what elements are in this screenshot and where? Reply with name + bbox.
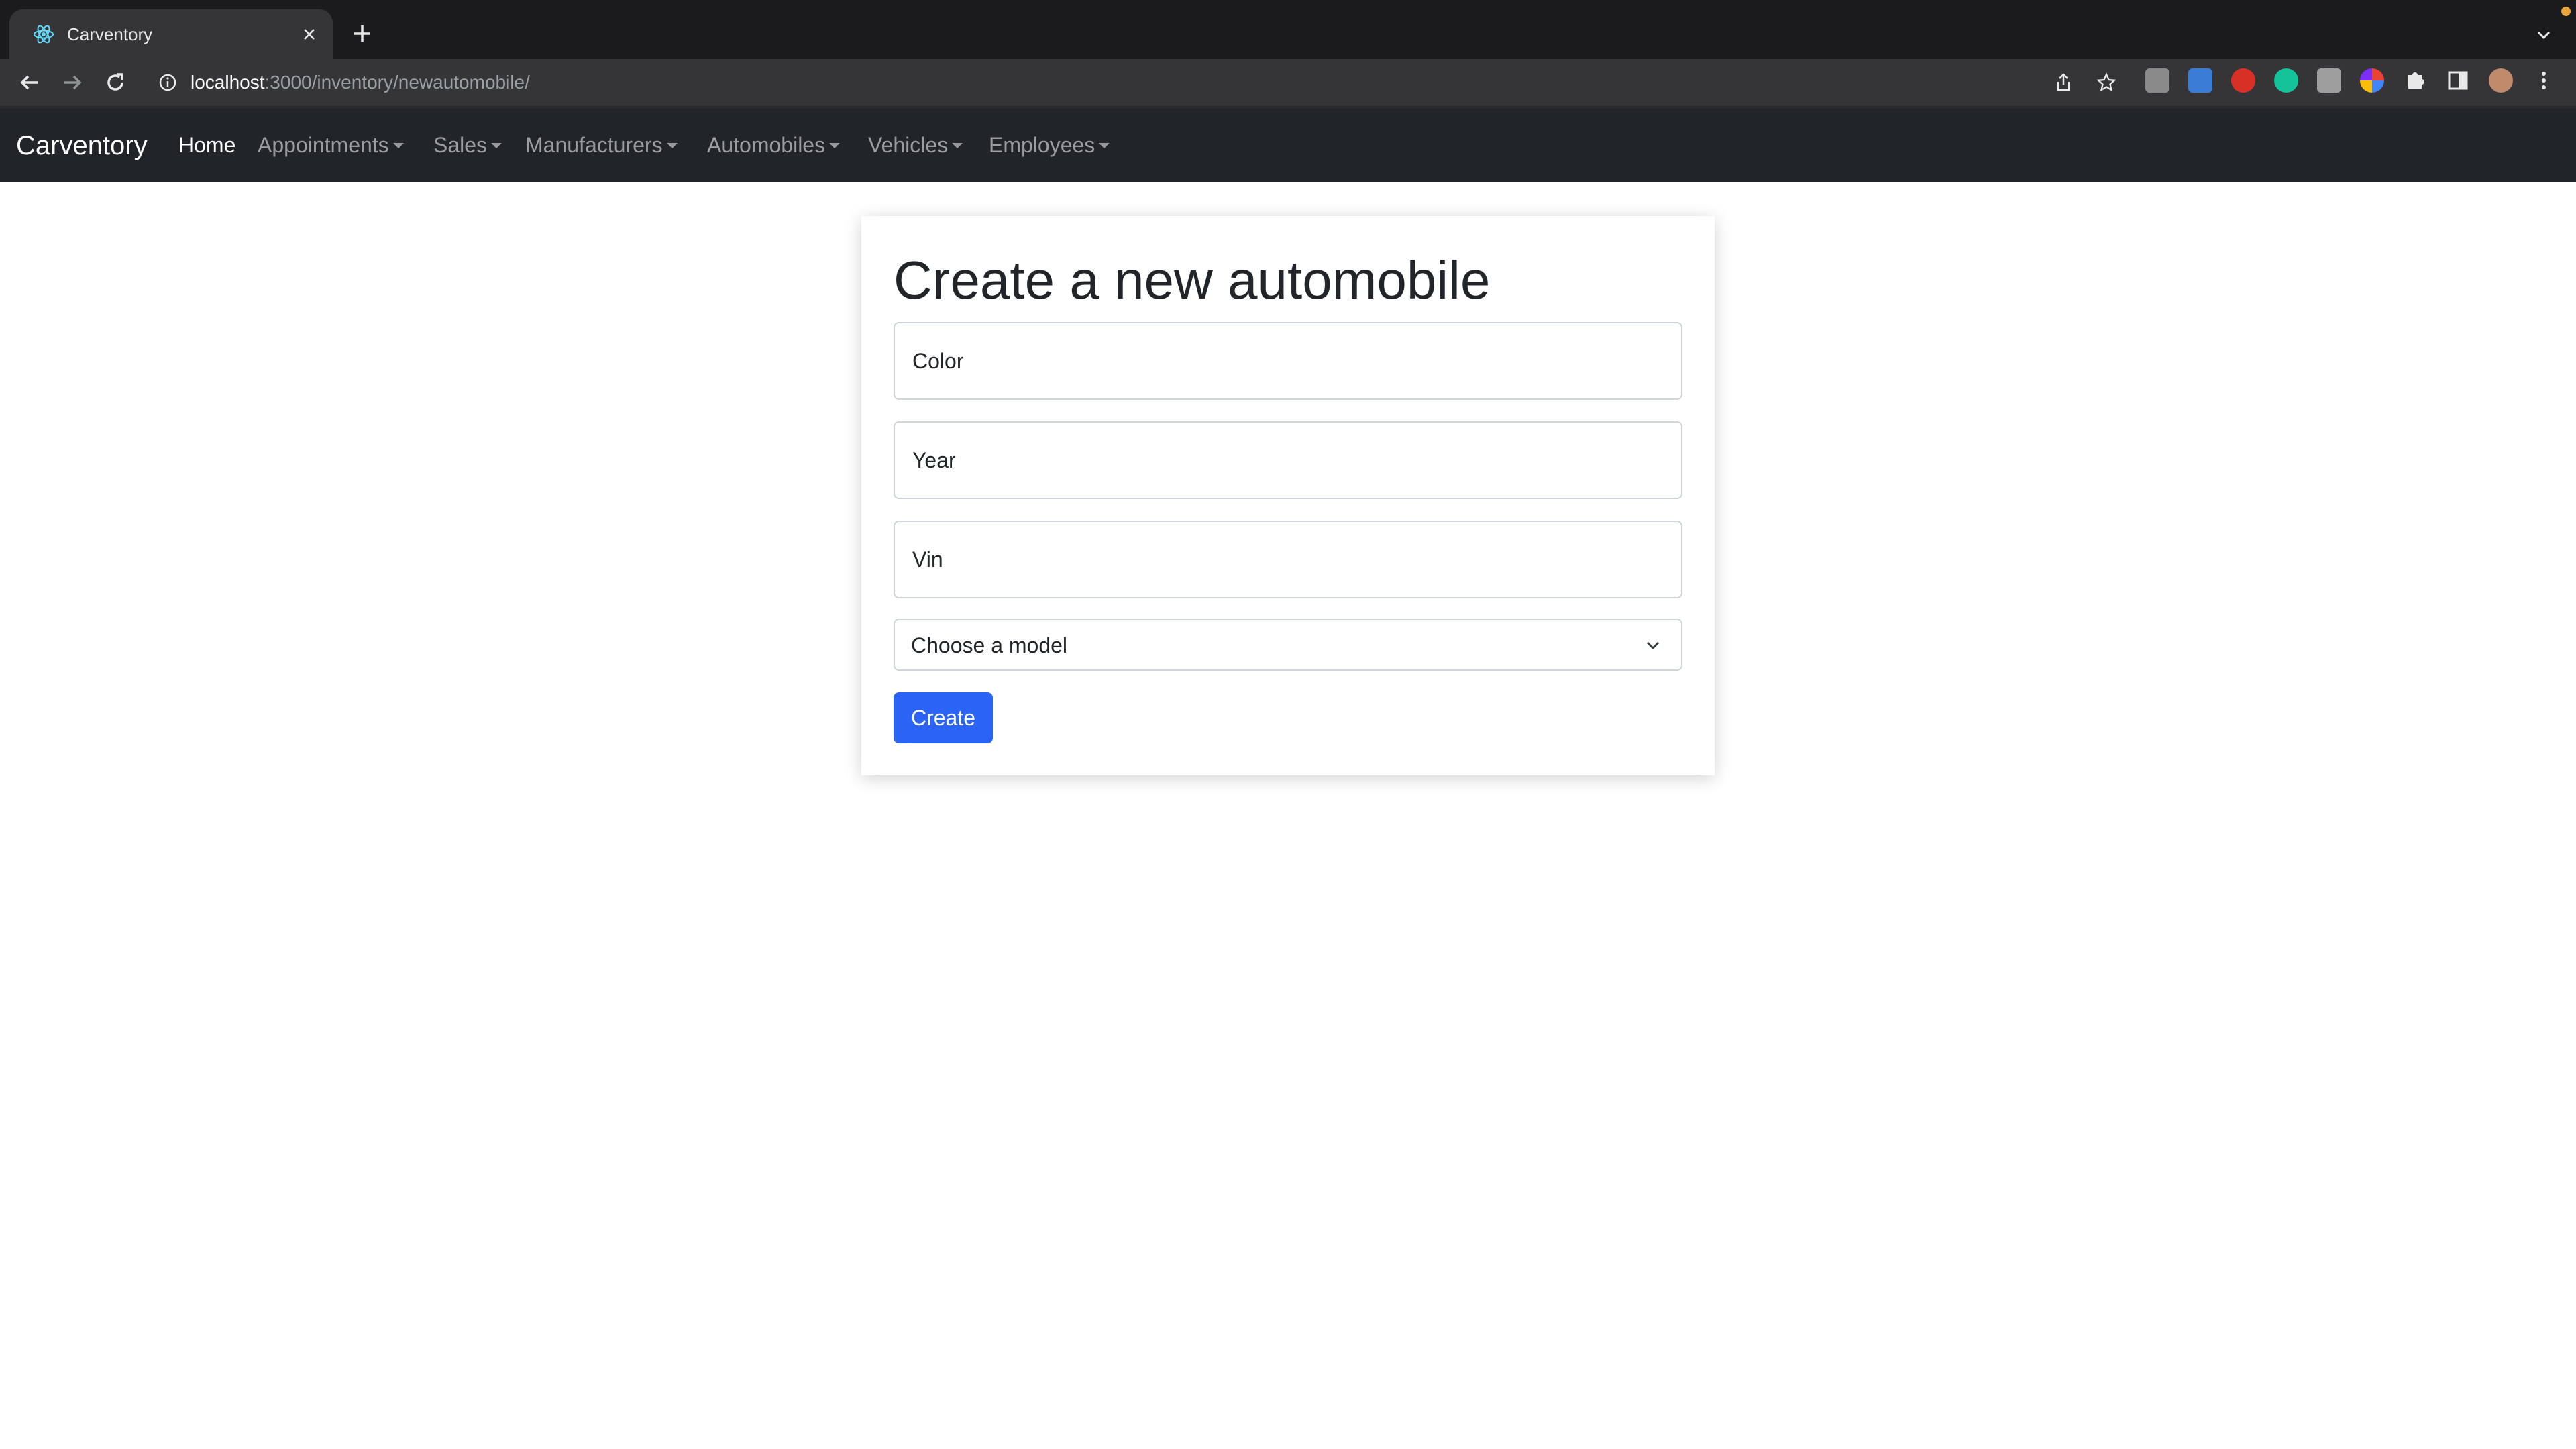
year-input[interactable]: Year bbox=[894, 421, 1682, 499]
nav-item-label: Vehicles bbox=[868, 133, 949, 157]
create-automobile-card: Create a new automobile Color Year Vin C… bbox=[861, 216, 1715, 775]
more-menu-icon[interactable] bbox=[2532, 68, 2556, 93]
browser-tab[interactable]: Carventory bbox=[9, 9, 333, 59]
new-tab-plus-icon[interactable] bbox=[349, 20, 376, 47]
nav-item-employees[interactable]: Employees bbox=[989, 130, 1110, 160]
model-select[interactable]: Choose a model bbox=[894, 619, 1682, 671]
extension-adblock-icon[interactable] bbox=[2231, 68, 2255, 93]
page-title: Create a new automobile bbox=[894, 250, 1491, 310]
vin-input[interactable]: Vin bbox=[894, 521, 1682, 598]
extension-tool-icon[interactable] bbox=[2317, 68, 2341, 93]
tab-title: Carventory bbox=[67, 24, 153, 44]
tab-search-chevron-icon[interactable] bbox=[2530, 21, 2557, 48]
nav-item-label: Appointments bbox=[258, 133, 389, 157]
nav-item-manufacturers[interactable]: Manufacturers bbox=[525, 130, 678, 160]
address-bar[interactable]: localhost:3000/inventory/newautomobile/ bbox=[146, 65, 2320, 100]
dropdown-caret-icon bbox=[392, 143, 404, 148]
dropdown-caret-icon bbox=[491, 143, 502, 148]
nav-item-label: Manufacturers bbox=[525, 133, 663, 157]
chevron-down-icon bbox=[1641, 633, 1665, 657]
url-path: :3000/inventory/newautomobile/ bbox=[264, 72, 530, 93]
info-icon[interactable] bbox=[157, 72, 178, 93]
extension-screenshot-icon[interactable] bbox=[2188, 68, 2212, 93]
nav-item-sales[interactable]: Sales bbox=[433, 130, 502, 160]
extension-notion-icon[interactable] bbox=[2145, 68, 2169, 93]
url-host: localhost bbox=[191, 72, 265, 93]
side-panel-icon[interactable] bbox=[2446, 68, 2470, 93]
share-icon[interactable] bbox=[2050, 69, 2077, 96]
nav-item-vehicles[interactable]: Vehicles bbox=[868, 130, 963, 160]
browser-tabstrip: Carventory bbox=[0, 0, 2576, 59]
puzzle-extensions-icon[interactable] bbox=[2403, 68, 2427, 93]
nav-item-automobiles[interactable]: Automobiles bbox=[707, 130, 841, 160]
navbar-brand[interactable]: Carventory bbox=[16, 129, 148, 162]
close-icon[interactable] bbox=[298, 23, 321, 46]
year-placeholder: Year bbox=[912, 448, 956, 472]
react-favicon-icon bbox=[32, 23, 55, 46]
nav-item-home[interactable]: Home bbox=[178, 130, 235, 160]
extension-grammarly-icon[interactable] bbox=[2274, 68, 2298, 93]
nav-item-label: Sales bbox=[433, 133, 488, 157]
url-text: localhost:3000/inventory/newautomobile/ bbox=[191, 71, 530, 94]
dropdown-caret-icon bbox=[952, 143, 963, 148]
reload-icon[interactable] bbox=[102, 69, 129, 96]
color-input[interactable]: Color bbox=[894, 322, 1682, 400]
app-navbar: Carventory Home Appointments Sales Manuf… bbox=[0, 109, 2576, 182]
nav-item-label: Employees bbox=[989, 133, 1095, 157]
dropdown-caret-icon bbox=[666, 143, 678, 148]
dropdown-caret-icon bbox=[1099, 143, 1110, 148]
dropdown-caret-icon bbox=[829, 143, 841, 148]
color-placeholder: Color bbox=[912, 349, 964, 373]
vin-placeholder: Vin bbox=[912, 547, 943, 572]
forward-arrow-icon[interactable] bbox=[59, 69, 86, 96]
notification-dot bbox=[2561, 7, 2571, 16]
bookmark-star-icon[interactable] bbox=[2093, 69, 2120, 96]
create-button[interactable]: Create bbox=[894, 692, 993, 743]
extension-color-icon[interactable] bbox=[2360, 68, 2384, 93]
nav-item-label: Automobiles bbox=[707, 133, 826, 157]
profile-avatar[interactable] bbox=[2489, 68, 2513, 93]
nav-item-label: Home bbox=[178, 133, 236, 157]
back-arrow-icon[interactable] bbox=[16, 69, 43, 96]
nav-item-appointments[interactable]: Appointments bbox=[258, 130, 404, 160]
model-select-value: Choose a model bbox=[911, 633, 1068, 657]
